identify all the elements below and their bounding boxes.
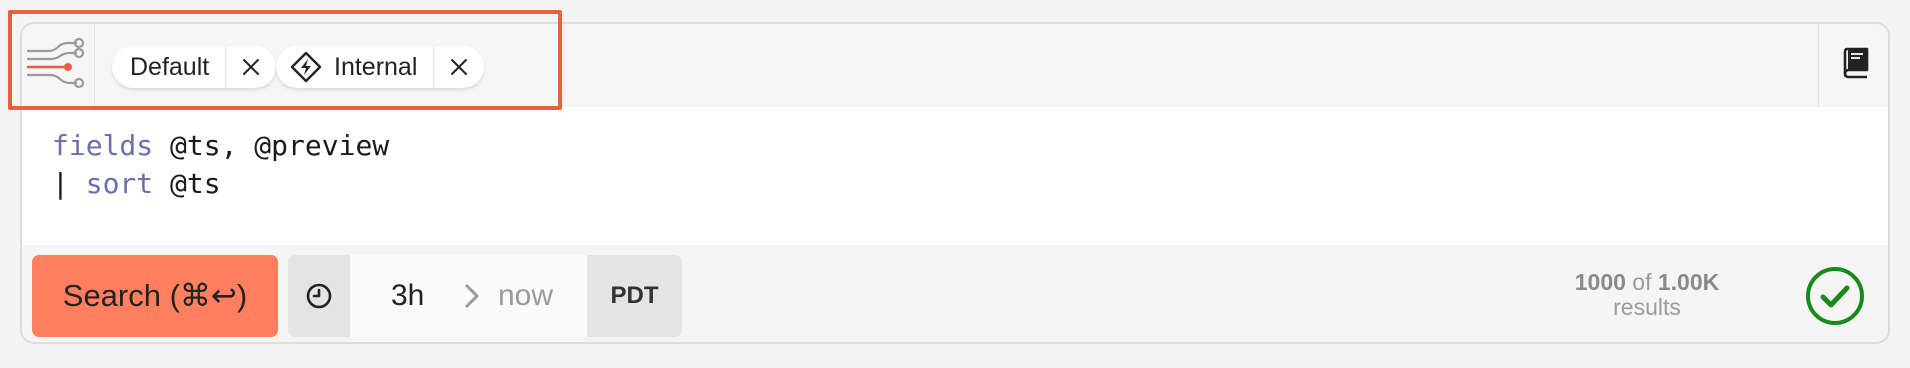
time-range-picker: 3h now PDT: [288, 255, 682, 337]
check-circle-icon: [1804, 265, 1866, 327]
results-count: 1000 of 1.00K: [1552, 269, 1742, 296]
query-pipe: |: [52, 167, 86, 200]
results-total: 1.00K: [1657, 269, 1720, 295]
range-start: 3h: [391, 279, 425, 312]
query-footer: Search (⌘↩) 3h now PDT 1000 of 1.00K res…: [22, 245, 1888, 342]
timezone-button[interactable]: PDT: [587, 255, 682, 337]
query-keyword: fields: [52, 129, 154, 162]
filter-highlight-box: [8, 10, 562, 110]
clock-icon: [306, 283, 332, 309]
range-end: now: [498, 279, 554, 312]
query-text: @ts, @preview: [153, 129, 390, 162]
chevron-right-icon: [462, 281, 482, 311]
results-summary: 1000 of 1.00K results: [1552, 269, 1742, 321]
results-of: of: [1632, 269, 1652, 295]
query-keyword: sort: [85, 167, 154, 200]
book-icon[interactable]: [1838, 46, 1872, 80]
query-text: @ts: [153, 167, 221, 200]
query-editor[interactable]: fields @ts, @preview | sort @ts: [22, 107, 1888, 245]
query-line-1: fields @ts, @preview: [52, 129, 389, 162]
time-history-button[interactable]: [288, 255, 350, 337]
results-label: results: [1613, 294, 1681, 320]
time-range-input[interactable]: 3h now: [350, 255, 587, 337]
search-button[interactable]: Search (⌘↩): [32, 255, 278, 337]
query-line-2: | sort @ts: [52, 167, 221, 200]
results-shown: 1000: [1574, 269, 1626, 295]
header-divider: [1818, 24, 1819, 107]
